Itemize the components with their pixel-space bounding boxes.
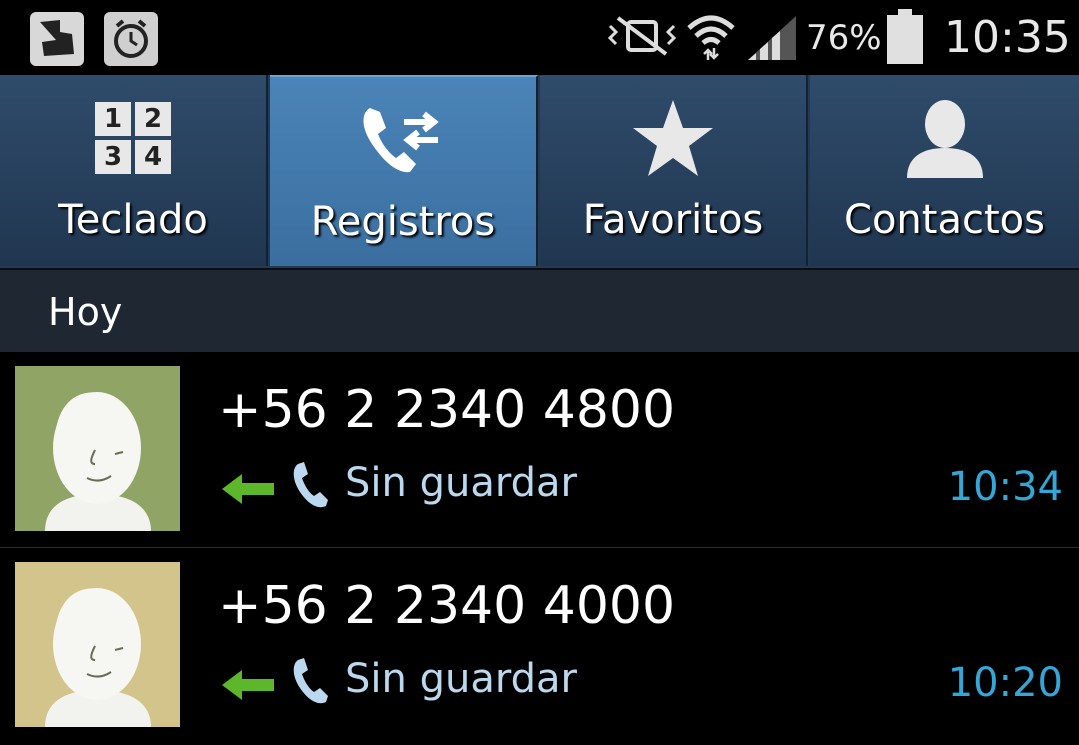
incoming-call-arrow-icon: [222, 474, 274, 504]
status-clock: 10:35: [944, 12, 1071, 63]
phone-number: +56 2 2340 4800: [218, 380, 676, 440]
tab-label: Favoritos: [582, 197, 764, 243]
battery-icon: [887, 9, 923, 64]
section-title: Hoy: [48, 290, 123, 334]
contact-icon: [810, 97, 1079, 179]
call-log-icon: [270, 99, 536, 181]
battery-percent: 76%: [806, 18, 882, 58]
call-status: Sin guardar: [345, 460, 577, 506]
call-log-row[interactable]: +56 2 2340 4800 Sin guardar 10:34: [0, 352, 1079, 549]
tab-bar: 12 34 Teclado Registros Favoritos Contac…: [0, 75, 1079, 268]
call-log-row[interactable]: +56 2 2340 4000 Sin guardar 10:20: [0, 548, 1079, 743]
alarm-icon: [104, 12, 158, 66]
avatar[interactable]: [15, 366, 180, 531]
tab-contacts[interactable]: Contactos: [810, 75, 1079, 266]
wifi-icon: [687, 15, 735, 60]
vibrate-mute-icon: [607, 16, 677, 56]
tab-label: Contactos: [844, 197, 1045, 243]
keypad-icon: 12 34: [0, 97, 266, 179]
call-time: 10:34: [947, 464, 1063, 510]
call-time: 10:20: [947, 660, 1063, 706]
section-header: Hoy: [0, 268, 1079, 352]
tab-favorites[interactable]: Favoritos: [540, 75, 808, 266]
phone-icon: [293, 658, 328, 704]
phone-icon: [293, 462, 328, 508]
avatar[interactable]: [15, 562, 180, 727]
incoming-call-arrow-icon: [222, 670, 274, 700]
tab-call-log[interactable]: Registros: [270, 75, 538, 266]
call-status: Sin guardar: [345, 656, 577, 702]
star-icon: [540, 97, 806, 179]
app-notification-icon: [30, 12, 84, 66]
phone-number: +56 2 2340 4000: [218, 576, 676, 636]
status-bar: 76% 10:35: [0, 0, 1079, 75]
tab-label: Teclado: [58, 197, 208, 243]
signal-icon: [748, 16, 796, 60]
tab-keypad[interactable]: 12 34 Teclado: [0, 75, 268, 266]
tab-label: Registros: [310, 199, 496, 245]
